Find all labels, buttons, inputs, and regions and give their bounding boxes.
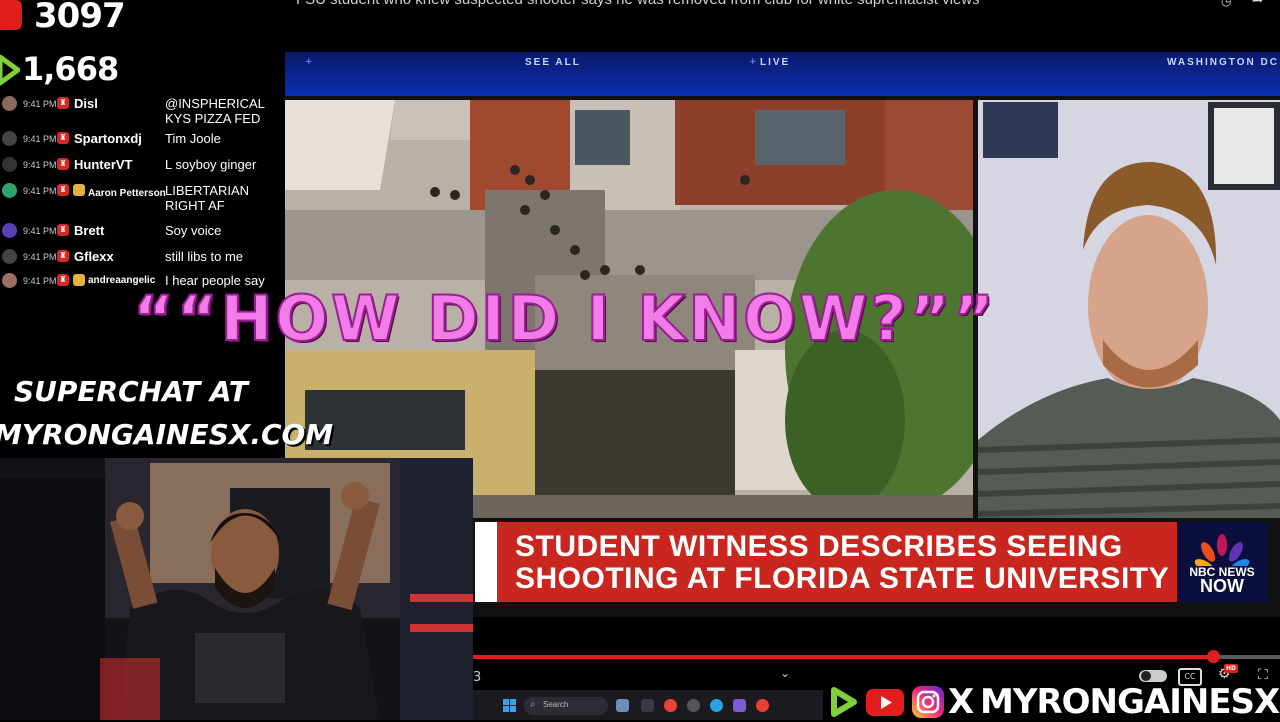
- progress-scrubber[interactable]: [1207, 650, 1220, 663]
- chat-timestamp: 9:41 PM: [23, 134, 57, 144]
- windows-start-icon[interactable]: [503, 699, 516, 712]
- see-all-label: SEE ALL: [525, 57, 581, 68]
- now-label: NOW: [1200, 576, 1244, 596]
- chat-username[interactable]: Aaron Petterson: [88, 185, 173, 202]
- share-icon[interactable]: ➦: [1252, 0, 1270, 8]
- chat-timestamp: 9:41 PM: [23, 276, 57, 286]
- youtube-icon: [0, 0, 22, 30]
- social-handle-text: MYRONGAINESX: [980, 682, 1280, 722]
- chat-timestamp: 9:41 PM: [23, 226, 57, 236]
- taskbar-app-icon[interactable]: [641, 699, 654, 712]
- superchat-url: MYRONGAINESX.COM: [0, 418, 334, 451]
- chrome-icon[interactable]: [664, 699, 677, 712]
- chyron-line-1: STUDENT WITNESS DESCRIBES SEEING: [515, 530, 1123, 563]
- rumble-icon: [0, 54, 20, 86]
- chat-text: L soyboy ginger: [165, 157, 257, 172]
- chrome-icon[interactable]: [756, 699, 769, 712]
- streamer-webcam-art: [0, 458, 473, 720]
- player-left-number: 3: [473, 670, 482, 685]
- chat-timestamp: 9:41 PM: [23, 252, 57, 262]
- x-logo-icon: X: [948, 682, 975, 722]
- autoplay-toggle-knob: [1141, 671, 1151, 681]
- live-label: LIVE: [760, 57, 791, 68]
- chyron-accent: [475, 522, 497, 602]
- rant-badge-icon: ♜: [57, 97, 69, 109]
- interviewee-art: [978, 100, 1280, 518]
- progress-fill: [473, 655, 1213, 659]
- bar-dot: +: [305, 57, 313, 67]
- fullscreen-icon[interactable]: ⛶: [1258, 667, 1274, 683]
- interviewee-video: [978, 100, 1280, 518]
- chat-username[interactable]: HunterVT: [74, 157, 133, 172]
- superchat-label: SUPERCHAT AT: [14, 375, 249, 408]
- youtube-logo-icon: [866, 689, 904, 716]
- chat-timestamp: 9:41 PM: [23, 186, 57, 196]
- supporter-badge-icon: [73, 184, 85, 196]
- chat-avatar[interactable]: [2, 96, 17, 111]
- instagram-logo-icon: [912, 686, 944, 718]
- chat-text: Tim Joole: [165, 131, 221, 146]
- rant-badge-icon: ♜: [57, 250, 69, 262]
- chat-text: LIBERTARIAN RIGHT AF: [165, 183, 250, 213]
- nbc-news-now-logo: NBC NEWS NOW: [1177, 522, 1267, 602]
- viewer-count: 3097: [34, 0, 126, 36]
- chat-timestamp: 9:41 PM: [23, 99, 57, 109]
- rumble-viewer-count: 1,668: [22, 50, 119, 88]
- chat-username[interactable]: Spartonxdj: [74, 131, 142, 146]
- clock-icon[interactable]: ◷: [1221, 0, 1237, 8]
- rant-badge-icon: ♜: [57, 184, 69, 196]
- social-handles: X MYRONGAINESX: [828, 682, 1280, 722]
- chat-avatar[interactable]: [2, 273, 17, 288]
- taskbar-app-icon[interactable]: [687, 699, 700, 712]
- chat-text: @INSPHERICAL KYS PIZZA FED: [165, 96, 265, 126]
- rant-badge-icon: ♜: [57, 224, 69, 236]
- taskbar-app-icon[interactable]: [733, 699, 746, 712]
- video-title[interactable]: FSU student who knew suspected shooter s…: [296, 0, 1226, 9]
- telegram-icon[interactable]: [710, 699, 723, 712]
- rant-badge-icon: ♜: [57, 158, 69, 170]
- overlay-caption: ““HOW DID I KNOW?””: [132, 281, 997, 356]
- supporter-badge-icon: [73, 274, 85, 286]
- chyron-line-2: SHOOTING AT FLORIDA STATE UNIVERSITY: [515, 562, 1170, 595]
- chat-avatar[interactable]: [2, 183, 17, 198]
- chat-avatar[interactable]: [2, 131, 17, 146]
- chat-text: still libs to me: [165, 249, 244, 264]
- taskbar-app-icon[interactable]: [616, 699, 629, 712]
- search-icon: ⌕: [530, 699, 536, 710]
- streamer-webcam: [0, 458, 473, 720]
- chat-timestamp: 9:41 PM: [23, 160, 57, 170]
- chat-message: 9:41 PM ♜ Disl @INSPHERICAL KYS PIZZA FED: [0, 95, 285, 129]
- chat-avatar[interactable]: [2, 249, 17, 264]
- chat-avatar[interactable]: [2, 157, 17, 172]
- peacock-icon: [1194, 534, 1250, 583]
- chat-text: Soy voice: [165, 223, 222, 238]
- hd-badge: HD: [1224, 664, 1238, 673]
- search-placeholder: Search: [543, 700, 569, 709]
- news-chyron: STUDENT WITNESS DESCRIBES SEEING SHOOTIN…: [497, 522, 1177, 602]
- chat-avatar[interactable]: [2, 223, 17, 238]
- rant-badge-icon: ♜: [57, 274, 69, 286]
- chevron-down-icon[interactable]: ⌄: [780, 666, 794, 680]
- bar-dot: +: [749, 57, 757, 67]
- chat-username[interactable]: Gflexx: [74, 249, 114, 264]
- chat-username[interactable]: Brett: [74, 223, 104, 238]
- taskbar-search[interactable]: ⌕ Search: [524, 697, 608, 715]
- rumble-logo-icon: [831, 687, 857, 717]
- chat-message: 9:41 PM ♜ Aaron Petterson LIBERTARIAN RIGHT…: [0, 182, 285, 216]
- rant-badge-icon: ♜: [57, 132, 69, 144]
- broadcast-top-bar: + SEE ALL + LIVE WASHINGTON DC: [285, 52, 1280, 96]
- location-label: WASHINGTON DC: [1167, 57, 1279, 68]
- chat-username[interactable]: Disl: [74, 96, 98, 111]
